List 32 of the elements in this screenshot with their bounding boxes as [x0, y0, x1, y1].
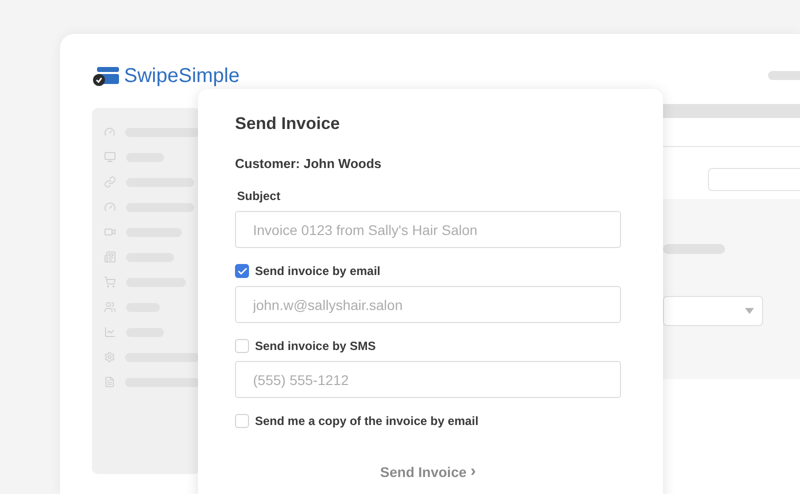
caret-icon: [745, 308, 754, 314]
menu-icon: [104, 351, 116, 363]
checkbox[interactable]: [235, 264, 249, 278]
menu-icon: [104, 251, 116, 263]
card-logo-icon: [92, 65, 120, 87]
menu-icon: [104, 176, 116, 188]
placeholder-bar: [663, 244, 725, 254]
search-field[interactable]: [708, 168, 800, 191]
menu-icon: [104, 126, 116, 138]
dropdown[interactable]: [663, 296, 763, 326]
check-icon: [236, 266, 248, 276]
input-field[interactable]: Invoice 0123 from Sally's Hair Salon: [235, 211, 621, 248]
logo-text: SwipeSimple: [124, 66, 240, 86]
menu-icon: [104, 151, 116, 163]
menu-icon: [104, 376, 116, 388]
menu-icon: [104, 201, 116, 213]
input-field[interactable]: john.w@sallyshair.salon: [235, 286, 621, 323]
input-field[interactable]: (555) 555-1212: [235, 361, 621, 398]
placeholder-bar: [768, 71, 800, 80]
menu-icon: [104, 276, 116, 288]
checkbox[interactable]: [235, 414, 249, 428]
menu-icon: [104, 326, 116, 338]
checkbox-label: Send invoice by email: [255, 263, 380, 280]
checkbox[interactable]: [235, 339, 249, 353]
send-invoice-button[interactable]: Send Invoice ›: [380, 460, 476, 484]
menu-icon: [104, 226, 116, 238]
dialog-title: Send Invoice: [235, 113, 341, 135]
menu-icon: [104, 301, 116, 313]
field-label: Subject: [237, 188, 282, 205]
customer-name: Customer: John Woods: [235, 154, 382, 172]
checkbox-label: Send me a copy of the invoice by email: [255, 413, 478, 430]
checkbox-label: Send invoice by SMS: [255, 338, 376, 355]
